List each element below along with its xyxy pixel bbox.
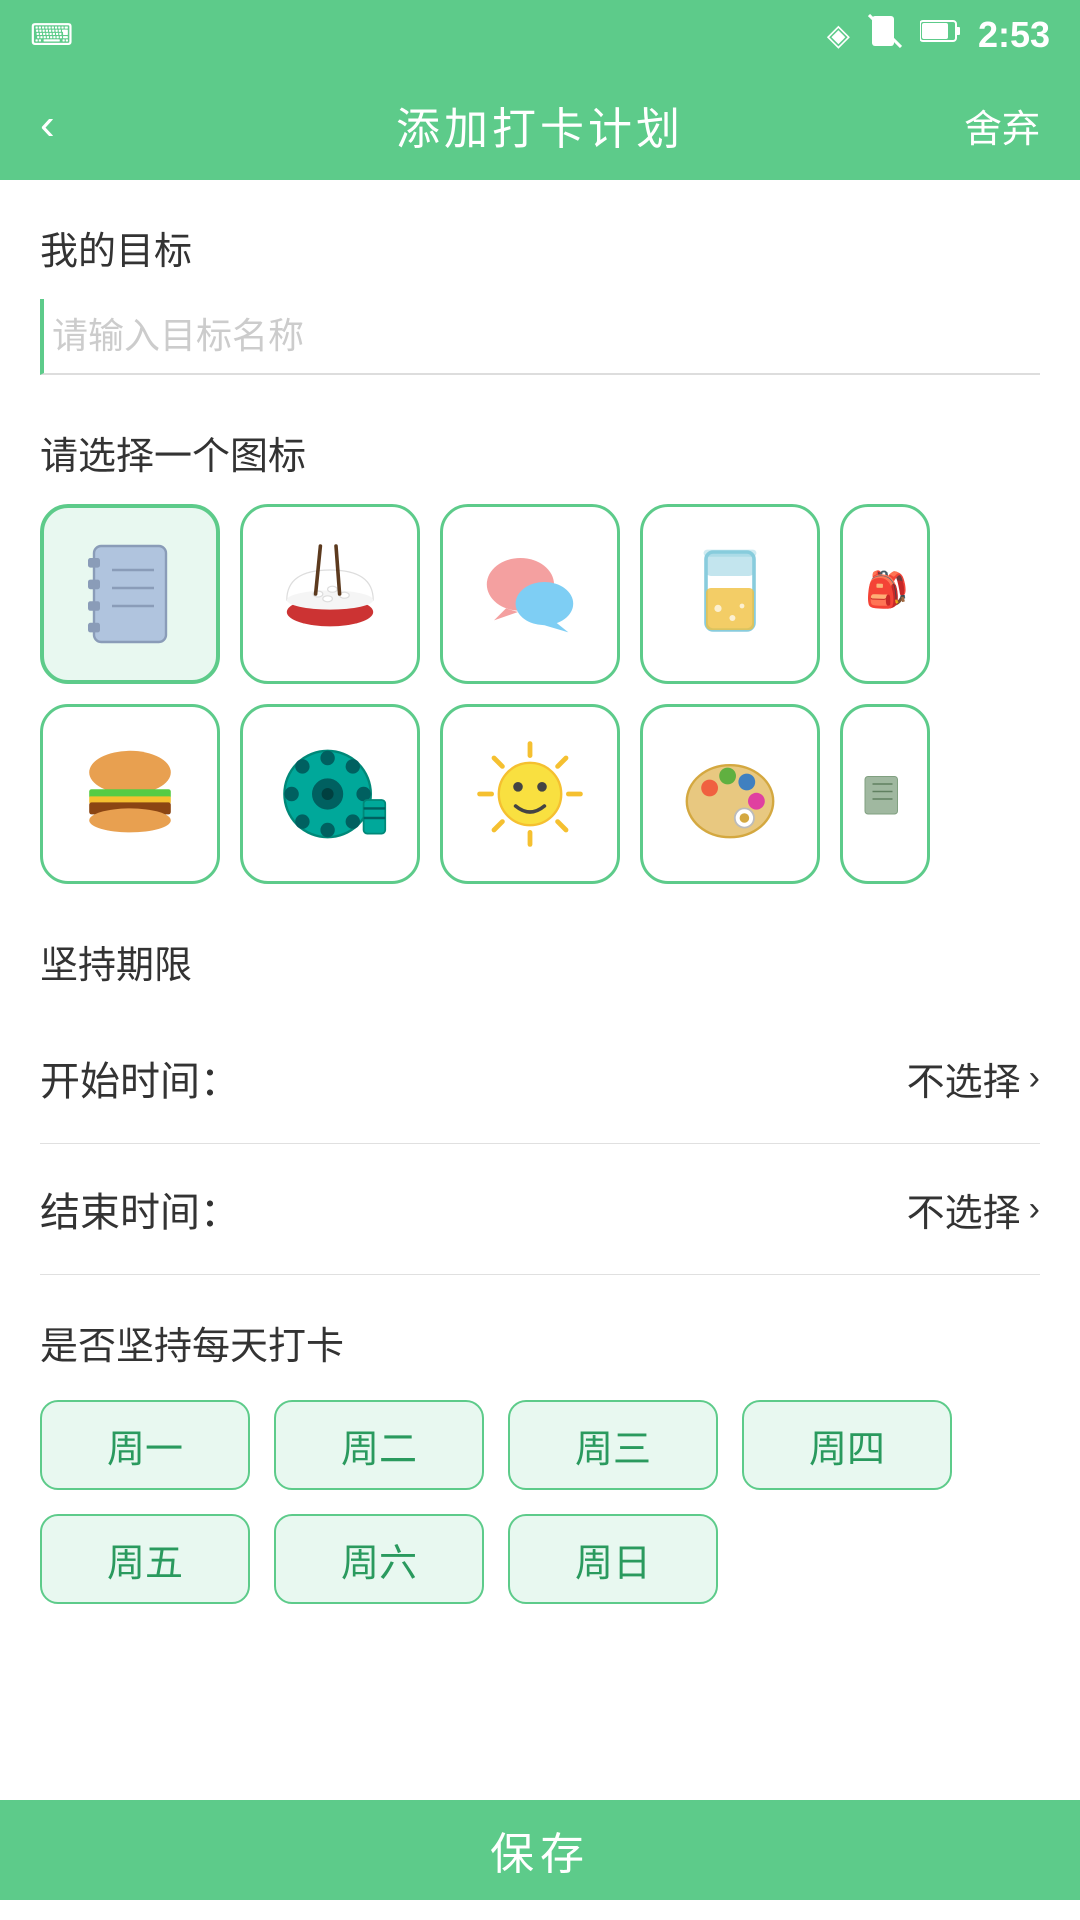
icon-rice-bowl[interactable]	[240, 504, 420, 684]
checkin-label: 是否坚持每天打卡	[40, 1315, 1040, 1370]
goal-label: 我的目标	[40, 220, 1040, 275]
end-time-value: 不选择 ›	[907, 1182, 1040, 1237]
day-sunday[interactable]: 周日	[508, 1514, 718, 1604]
checkin-section: 是否坚持每天打卡 周一 周二 周三 周四 周五 周六 周日	[40, 1315, 1040, 1604]
start-time-chevron: ›	[1029, 1059, 1040, 1098]
start-time-value: 不选择 ›	[907, 1051, 1040, 1106]
keyboard-icon: ⌨	[30, 18, 73, 53]
icon-section-label: 请选择一个图标	[40, 425, 1040, 480]
goal-section: 我的目标	[40, 220, 1040, 375]
icon-sun[interactable]	[440, 704, 620, 884]
day-friday[interactable]: 周五	[40, 1514, 250, 1604]
no-sim-icon	[868, 14, 902, 56]
goal-input[interactable]	[40, 299, 1040, 375]
day-saturday[interactable]: 周六	[274, 1514, 484, 1604]
back-button[interactable]: ‹	[40, 100, 55, 150]
app-header: ‹ 添加打卡计划 舍弃	[0, 70, 1080, 180]
icon-section: 请选择一个图标	[40, 425, 1040, 884]
start-time-label: 开始时间：	[40, 1049, 240, 1107]
day-grid: 周一 周二 周三 周四 周五 周六 周日	[40, 1400, 1040, 1604]
icon-palette[interactable]	[640, 704, 820, 884]
icon-grid: 🎒	[40, 504, 1040, 884]
icon-film[interactable]	[240, 704, 420, 884]
battery-icon	[920, 18, 960, 52]
end-time-label: 结束时间：	[40, 1180, 240, 1238]
day-wednesday[interactable]: 周三	[508, 1400, 718, 1490]
duration-section: 坚持期限 开始时间： 不选择 › 结束时间： 不选择 ›	[40, 934, 1040, 1275]
status-bar: ⌨ ◈ 2:53	[0, 0, 1080, 70]
day-monday[interactable]: 周一	[40, 1400, 250, 1490]
icon-row-1: 🎒	[40, 504, 1040, 684]
icon-partial-row1[interactable]: 🎒	[840, 504, 930, 684]
icon-row-2	[40, 704, 1040, 884]
day-row-2: 周五 周六 周日	[40, 1514, 1040, 1604]
svg-text:🎒: 🎒	[865, 570, 909, 611]
icon-burger[interactable]	[40, 704, 220, 884]
end-time-row[interactable]: 结束时间： 不选择 ›	[40, 1144, 1040, 1275]
save-btn-container: 保存	[0, 1780, 1080, 1920]
start-time-row[interactable]: 开始时间： 不选择 ›	[40, 1013, 1040, 1144]
page-title: 添加打卡计划	[396, 93, 684, 157]
discard-button[interactable]: 舍弃	[964, 98, 1040, 153]
day-row-1: 周一 周二 周三 周四	[40, 1400, 1040, 1490]
signal-icon: ◈	[827, 18, 850, 53]
duration-label: 坚持期限	[40, 934, 1040, 989]
end-time-chevron: ›	[1029, 1190, 1040, 1229]
day-thursday[interactable]: 周四	[742, 1400, 952, 1490]
icon-notebook[interactable]	[40, 504, 220, 684]
status-time: 2:53	[978, 14, 1050, 56]
icon-chat[interactable]	[440, 504, 620, 684]
icon-partial-row2[interactable]	[840, 704, 930, 884]
day-tuesday[interactable]: 周二	[274, 1400, 484, 1490]
save-button[interactable]: 保存	[0, 1800, 1080, 1900]
icon-drink[interactable]	[640, 504, 820, 684]
main-content: 我的目标 请选择一个图标	[0, 180, 1080, 1854]
